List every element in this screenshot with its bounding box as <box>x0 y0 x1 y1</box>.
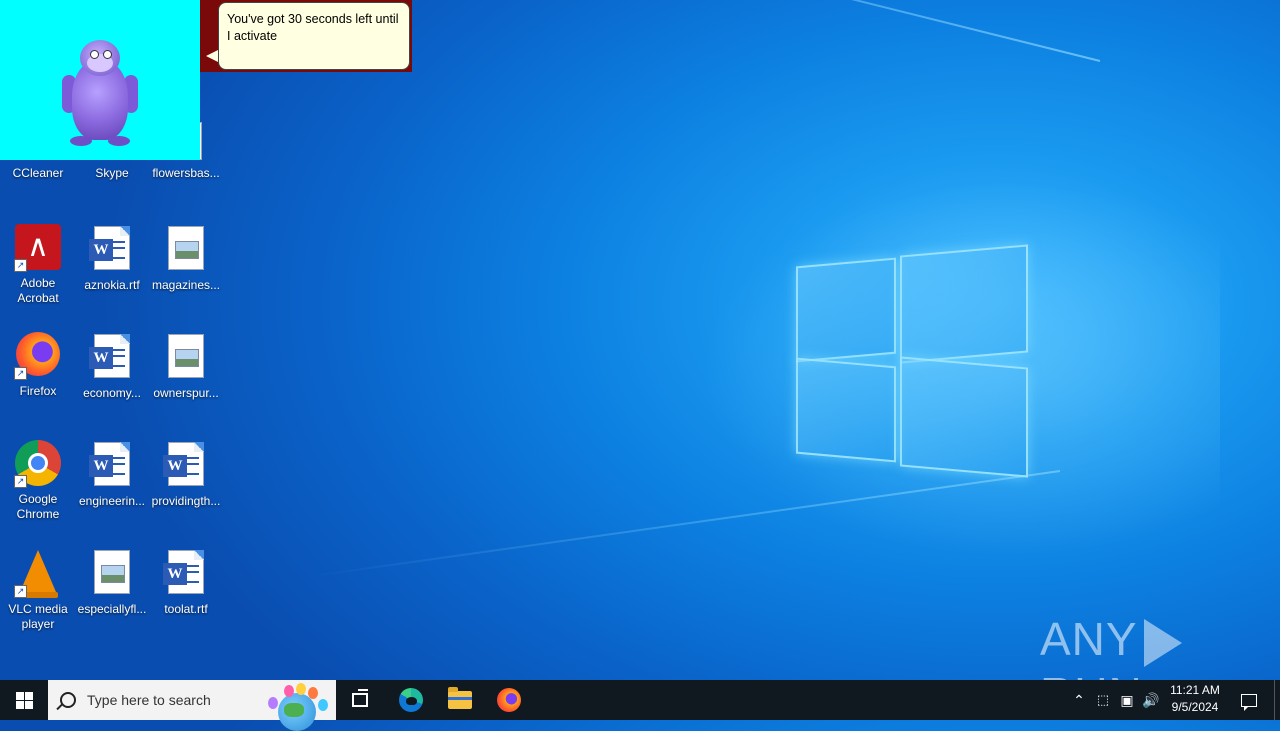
word-document-icon: W <box>89 334 130 378</box>
desktop-icon-flowersbas[interactable]: flowersbas... <box>148 166 224 181</box>
network-button[interactable]: ▣ <box>1116 680 1138 720</box>
windows-logo-wallpaper <box>796 242 1028 478</box>
volume-button[interactable]: 🔊 <box>1140 680 1162 720</box>
desktop-icon-label: aznokia.rtf <box>84 278 140 292</box>
desktop-icon-ownerspur[interactable]: ownerspur... <box>148 332 224 401</box>
image-file-icon <box>168 226 204 270</box>
desktop-icon-google-chrome[interactable]: ↗ Google Chrome <box>0 440 76 522</box>
desktop-icon-ccleaner[interactable]: CCleaner <box>0 166 76 181</box>
bonzi-speech-balloon: You've got 30 seconds left until I activ… <box>218 2 410 70</box>
shortcut-arrow-icon: ↗ <box>14 585 27 598</box>
shortcut-arrow-icon: ↗ <box>14 367 27 380</box>
desktop-icon-label: Adobe Acrobat <box>17 276 59 305</box>
desktop-icon-label: Firefox <box>19 384 57 398</box>
desktop-icon-label: VLC media player <box>8 602 68 631</box>
action-center-button[interactable] <box>1234 680 1264 720</box>
desktop-icon-engineerin[interactable]: W engineerin... <box>74 440 150 509</box>
image-file-icon <box>94 550 130 594</box>
desktop-icon-economy[interactable]: W economy... <box>74 332 150 401</box>
play-icon <box>1143 618 1182 667</box>
word-document-icon: W <box>163 550 204 594</box>
desktop-icon-label: economy... <box>83 386 141 400</box>
desktop-icon-label: magazines... <box>151 278 221 292</box>
taskbar-search-box[interactable]: Type here to search <box>48 680 336 731</box>
desktop-icon-label: Skype <box>95 166 129 180</box>
chevron-up-icon: ⌃ <box>1073 691 1085 708</box>
file-explorer-taskbar-button[interactable] <box>441 680 479 720</box>
speech-text: You've got 30 seconds left until I activ… <box>227 12 399 43</box>
search-highlight-illustration-icon <box>260 683 334 731</box>
show-hidden-icons-button[interactable]: ⌃ <box>1068 680 1090 720</box>
desktop-icon-label: engineerin... <box>78 494 146 508</box>
search-icon <box>60 692 76 708</box>
desktop-icon-skype[interactable]: Skype <box>74 166 150 181</box>
bonzi-buddy-window[interactable] <box>0 0 200 160</box>
desktop-icon-label: toolat.rtf <box>164 602 208 616</box>
desktop-icon-label: Google Chrome <box>16 492 60 521</box>
wallpaper-light-beam <box>401 0 1101 62</box>
desktop-icon-aznokia[interactable]: W aznokia.rtf <box>74 224 150 293</box>
clock-time: 11:21 AM <box>1170 683 1220 697</box>
desktop-icon-label: especiallyfl... <box>77 602 147 616</box>
tray-app-icon: ⬚ <box>1096 692 1110 707</box>
firefox-icon <box>497 688 521 712</box>
taskbar-clock[interactable]: 11:21 AM 9/5/2024 <box>1164 682 1226 716</box>
shortcut-arrow-icon: ↗ <box>14 259 27 272</box>
desktop-icon-label: ownerspur... <box>153 386 219 400</box>
clock-date: 9/5/2024 <box>1171 700 1219 714</box>
word-document-icon: W <box>163 442 204 486</box>
desktop-icon-providingth[interactable]: W providingth... <box>148 440 224 509</box>
folder-icon <box>448 687 472 709</box>
desktop-icon-toolat[interactable]: W toolat.rtf <box>148 548 224 617</box>
network-icon: ▣ <box>1120 691 1134 708</box>
edge-icon <box>399 688 423 712</box>
watermark-text-left: ANY <box>1040 613 1138 665</box>
tray-app-button[interactable]: ⬚ <box>1092 680 1114 720</box>
desktop-icon-label: CCleaner <box>12 166 64 180</box>
desktop-icon-vlc-media-player[interactable]: ↗ VLC media player <box>0 548 76 632</box>
volume-icon: 🔊 <box>1142 691 1160 708</box>
desktop-icon-label: providingth... <box>151 494 221 508</box>
taskbar: Type here to search ⌃ ⬚ ▣ 🔊 11:21 AM 9/5… <box>0 680 1280 731</box>
desktop-icon-especiallyfl[interactable]: especiallyfl... <box>74 548 150 617</box>
shortcut-arrow-icon: ↗ <box>14 475 27 488</box>
desktop-icon-magazines[interactable]: magazines... <box>148 224 224 293</box>
task-view-button[interactable] <box>344 680 376 720</box>
word-document-icon: W <box>89 226 130 270</box>
notification-icon <box>1241 693 1257 711</box>
search-placeholder: Type here to search <box>87 692 211 708</box>
desktop-icon-adobe-acrobat[interactable]: ∧ ↗ Adobe Acrobat <box>0 224 76 306</box>
start-button[interactable] <box>0 680 48 720</box>
show-desktop-button[interactable] <box>1274 680 1280 720</box>
edge-taskbar-button[interactable] <box>392 680 430 720</box>
desktop-icon-firefox[interactable]: ↗ Firefox <box>0 332 76 399</box>
image-file-icon <box>168 334 204 378</box>
firefox-taskbar-button[interactable] <box>490 680 528 720</box>
windows-start-icon <box>15 691 33 709</box>
desktop-icon-label: flowersbas... <box>152 166 220 180</box>
speech-balloon-tail <box>206 50 218 62</box>
task-view-icon <box>352 689 368 707</box>
word-document-icon: W <box>89 442 130 486</box>
